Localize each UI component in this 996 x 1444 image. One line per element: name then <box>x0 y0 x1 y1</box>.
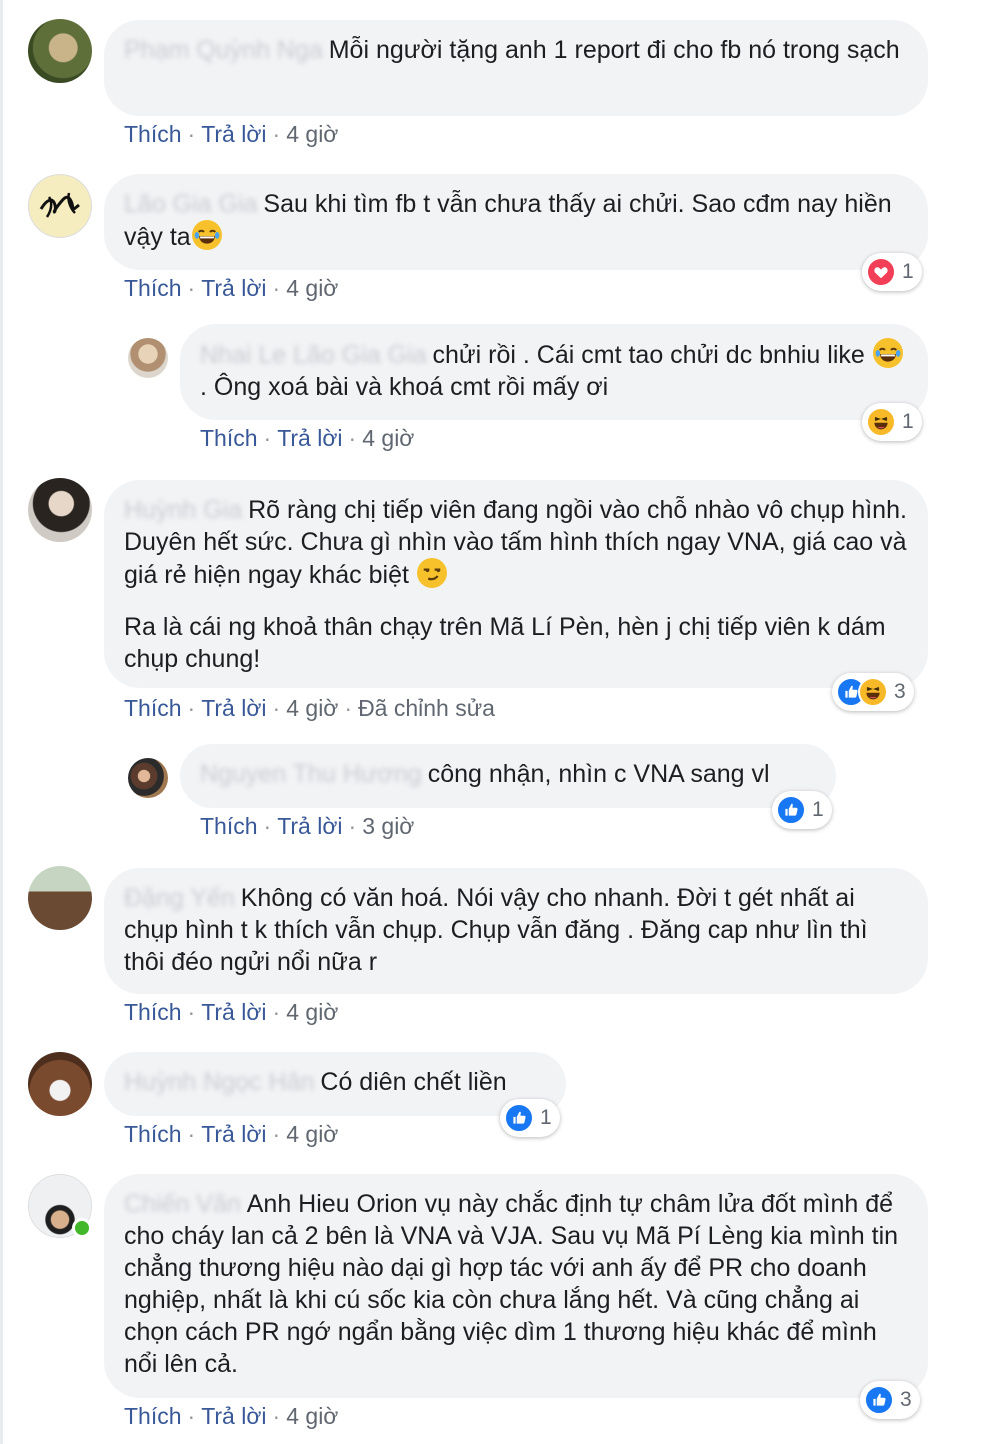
like-link[interactable]: Thích <box>200 813 258 839</box>
reply-link[interactable]: Trả lời <box>201 695 266 721</box>
reaction-count: 1 <box>902 260 914 283</box>
reply-bubble: Nhai Le Lão Gia Gia chửi rồi . Cái cmt ta… <box>180 324 928 420</box>
comment-actions: Thích · Trả lời · 4 giờ · Đã chỉnh sửa <box>124 695 495 721</box>
reaction-count: 3 <box>900 1388 912 1411</box>
comment-author[interactable]: Huỳnh Gia <box>124 496 242 524</box>
comment-actions: Thích · Trả lời · 4 giờ <box>124 275 339 301</box>
comment-time[interactable]: 4 giờ <box>286 275 338 301</box>
reply-actions: Thích · Trả lời · 4 giờ <box>200 425 415 451</box>
avatar[interactable] <box>28 478 92 542</box>
reply-bubble: Nguyen Thu Hương công nhận, nhìn c VNA sa… <box>180 744 836 808</box>
comment-time[interactable]: 4 giờ <box>362 425 414 451</box>
comment-time[interactable]: 4 giờ <box>286 999 338 1025</box>
avatar[interactable] <box>128 758 168 798</box>
online-status-indicator <box>72 1218 92 1238</box>
avatar-calligraphy-icon <box>39 192 80 218</box>
comment-time[interactable]: 3 giờ <box>362 813 414 839</box>
love-reaction-icon <box>866 257 896 287</box>
comment-bubble: Huỳnh Ngọc Hân Có diên chết liền <box>104 1052 566 1116</box>
comment-bubble: Lão Gia Gia Sau khi tìm fb t vẫn chưa thấ… <box>104 174 928 270</box>
avatar[interactable] <box>28 174 92 238</box>
comment-author[interactable]: Phạm Quỳnh Nga <box>124 36 323 64</box>
reaction-count: 1 <box>812 798 824 821</box>
avatar[interactable] <box>28 866 92 930</box>
comment-text-paragraph: Ra là cái ng khoả thân chạy trên Mã Lí P… <box>124 613 886 673</box>
reaction-summary[interactable]: 1 <box>500 1099 560 1137</box>
avatar[interactable] <box>128 338 168 378</box>
comment-actions: Thích · Trả lời · 4 giờ <box>124 121 339 147</box>
comment-text: công nhận, nhìn c VNA sang vl <box>427 760 770 788</box>
comment-time[interactable]: 4 giờ <box>286 1121 338 1147</box>
comment-bubble: Chiến Văn Anh Hieu Orion vụ này chắc định… <box>104 1174 928 1398</box>
comment-time[interactable]: 4 giờ <box>286 1403 338 1429</box>
reaction-summary[interactable]: 1 <box>772 791 832 829</box>
like-reaction-icon <box>776 795 806 825</box>
reply-link[interactable]: Trả lời <box>277 425 342 451</box>
reaction-summary[interactable]: 1 <box>862 403 922 441</box>
comment-text: Mỗi người tặng anh 1 report đi cho fb nó… <box>328 36 900 64</box>
reply-link[interactable]: Trả lời <box>277 813 342 839</box>
comment-author[interactable]: Nhai Le Lão Gia Gia <box>200 341 427 369</box>
smirk-emoji-icon <box>416 558 447 588</box>
like-link[interactable]: Thích <box>124 1121 182 1147</box>
like-link[interactable]: Thích <box>124 275 182 301</box>
comment-time[interactable]: 4 giờ <box>286 695 338 721</box>
comment-actions: Thích · Trả lời · 4 giờ <box>124 999 339 1025</box>
like-reaction-icon <box>504 1103 534 1133</box>
avatar[interactable] <box>28 1052 92 1116</box>
reaction-count: 3 <box>894 680 906 703</box>
joy-emoji-icon <box>191 220 222 250</box>
comment-actions: Thích · Trả lời · 4 giờ <box>124 1121 339 1147</box>
comment-text: Có diên chết liền <box>320 1068 507 1096</box>
comment-author[interactable]: Huỳnh Ngọc Hân <box>124 1068 314 1096</box>
reaction-summary[interactable]: 3 <box>860 1381 920 1419</box>
avatar[interactable] <box>28 19 92 83</box>
comment-text-continued: . Ông xoá bài và khoá cmt rồi mấy ơi <box>200 373 609 401</box>
comment-time[interactable]: 4 giờ <box>286 121 338 147</box>
comment-bubble: Đặng Yến Không có văn hoá. Nói vậy cho nh… <box>104 868 928 994</box>
comment-text: Không có văn hoá. Nói vậy cho nhanh. Đời… <box>124 884 868 976</box>
comment-text: chửi rồi . Cái cmt tao chửi dc bnhiu lik… <box>432 341 872 369</box>
like-link[interactable]: Thích <box>124 695 182 721</box>
comment-text: Anh Hieu Orion vụ này chắc định tự châm … <box>124 1190 899 1378</box>
reply-link[interactable]: Trả lời <box>201 121 266 147</box>
comment-author[interactable]: Chiến Văn <box>124 1190 241 1218</box>
comment-author[interactable]: Đặng Yến <box>124 884 235 912</box>
haha-reaction-icon <box>858 677 888 707</box>
comment-bubble: Huỳnh Gia Rõ ràng chị tiếp viên đang ngồi… <box>104 480 928 688</box>
reply-link[interactable]: Trả lời <box>201 1121 266 1147</box>
reaction-summary[interactable]: 3 <box>832 673 914 711</box>
reply-link[interactable]: Trả lời <box>201 1403 266 1429</box>
comment-bubble: Phạm Quỳnh Nga Mỗi người tặng anh 1 repor… <box>104 20 928 116</box>
like-link[interactable]: Thích <box>200 425 258 451</box>
reaction-count: 1 <box>902 410 914 433</box>
reply-actions: Thích · Trả lời · 3 giờ <box>200 813 415 839</box>
like-link[interactable]: Thích <box>124 1403 182 1429</box>
page-left-border <box>0 0 3 1444</box>
comment-actions: Thích · Trả lời · 4 giờ <box>124 1403 339 1429</box>
edited-label[interactable]: Đã chỉnh sửa <box>358 695 495 721</box>
reaction-count: 1 <box>540 1106 552 1129</box>
reply-link[interactable]: Trả lời <box>201 999 266 1025</box>
reply-link[interactable]: Trả lời <box>201 275 266 301</box>
reaction-summary[interactable]: 1 <box>862 253 922 291</box>
like-reaction-icon <box>864 1385 894 1415</box>
haha-reaction-icon <box>866 407 896 437</box>
comment-author[interactable]: Lão Gia Gia <box>124 190 257 218</box>
comment-author[interactable]: Nguyen Thu Hương <box>200 760 422 788</box>
like-link[interactable]: Thích <box>124 999 182 1025</box>
joy-emoji-icon <box>872 338 903 368</box>
like-link[interactable]: Thích <box>124 121 182 147</box>
